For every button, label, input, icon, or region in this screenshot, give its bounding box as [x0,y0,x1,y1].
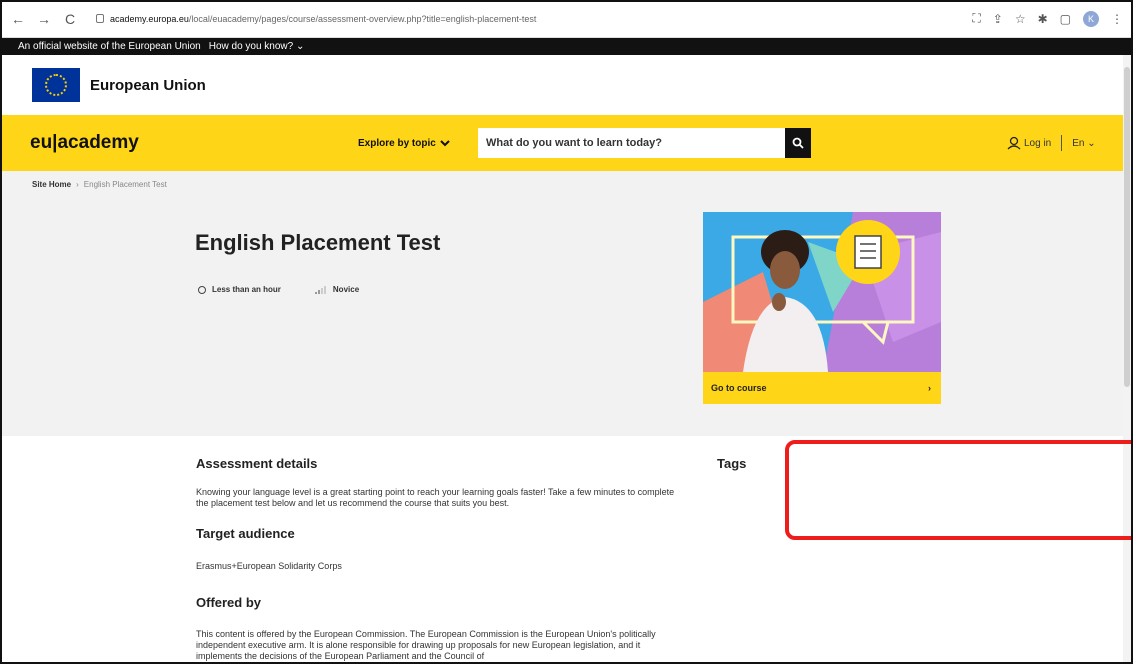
chevron-down-icon [440,139,450,146]
address-bar[interactable]: academy.europa.eu/local/euacademy/pages/… [88,6,962,32]
assessment-details-text: Knowing your language level is a great s… [196,487,675,508]
search-bar [478,128,811,158]
target-audience-text: Erasmus+European Solidarity Corps [196,561,342,571]
tags-heading: Tags [717,456,747,471]
browser-toolbar: ← → C academy.europa.eu/local/euacademy/… [0,0,1133,38]
explore-by-topic-button[interactable]: Explore by topic [358,138,450,149]
language-selector[interactable]: En ⌄ [1072,138,1095,149]
bookmark-star-icon[interactable]: ☆ [1015,12,1026,26]
eu-header: European Union [2,55,1131,115]
side-panel-icon[interactable]: ▢ [1060,12,1071,26]
share-icon[interactable]: ⇪ [993,12,1003,26]
course-card[interactable]: Go to course › [703,212,941,404]
target-audience-heading: Target audience [196,526,295,541]
page-title: English Placement Test [195,230,441,255]
breadcrumb-separator-icon: › [76,180,79,189]
how-do-you-know-link[interactable]: How do you know? ⌄ [209,41,305,52]
duration-meta: Less than an hour [198,285,281,294]
lock-icon [96,14,104,23]
site-navigation: eu|academy Explore by topic Log in En ⌄ [2,115,1131,171]
translate-icon[interactable]: ⛶ [972,11,980,26]
breadcrumb: Site Home › English Placement Test [32,180,167,189]
user-icon [1007,136,1021,150]
scrollbar-thumb[interactable] [1124,67,1130,387]
eu-stars-icon [45,74,67,96]
course-hero [2,171,1131,436]
offered-by-text: This content is offered by the European … [196,629,656,661]
login-link[interactable]: Log in [1007,136,1051,150]
clock-icon [198,285,206,294]
extensions-puzzle-icon[interactable]: ✱ [1038,12,1048,26]
search-input[interactable] [478,128,785,158]
reload-icon[interactable]: C [62,11,78,27]
highlight-annotation [785,440,1133,540]
url-path: /local/euacademy/pages/course/assessment… [188,13,537,24]
search-button[interactable] [785,128,811,158]
chevron-right-icon: › [928,383,931,393]
breadcrumb-current: English Placement Test [83,180,167,189]
assessment-details-heading: Assessment details [196,456,318,471]
back-arrow-icon[interactable]: ← [10,11,26,27]
browser-menu-icon[interactable]: ⋮ [1111,12,1123,26]
level-bars-icon [314,285,326,294]
page-scrollbar[interactable] [1123,55,1131,664]
url-domain: academy.europa.eu [110,13,189,24]
eu-academy-logo[interactable]: eu|academy [30,132,139,154]
browser-actions: ⛶ ⇪ ☆ ✱ ▢ K ⋮ [972,10,1123,27]
course-meta: Less than an hour Novice [198,285,359,294]
course-illustration [703,212,941,372]
offered-by-heading: Offered by [196,595,262,610]
search-icon [792,137,804,149]
forward-arrow-icon[interactable]: → [36,11,52,27]
official-eu-banner: An official website of the European Unio… [2,38,1131,55]
eu-name: European Union [90,76,206,94]
profile-avatar[interactable]: K [1083,10,1099,27]
level-meta: Novice [314,285,359,294]
user-area: Log in En ⌄ [1007,135,1096,151]
official-banner-text: An official website of the European Unio… [18,41,201,52]
breadcrumb-home-link[interactable]: Site Home [32,180,71,189]
eu-flag-logo[interactable] [32,68,80,102]
go-to-course-button[interactable]: Go to course › [703,372,941,404]
divider [1061,135,1063,151]
